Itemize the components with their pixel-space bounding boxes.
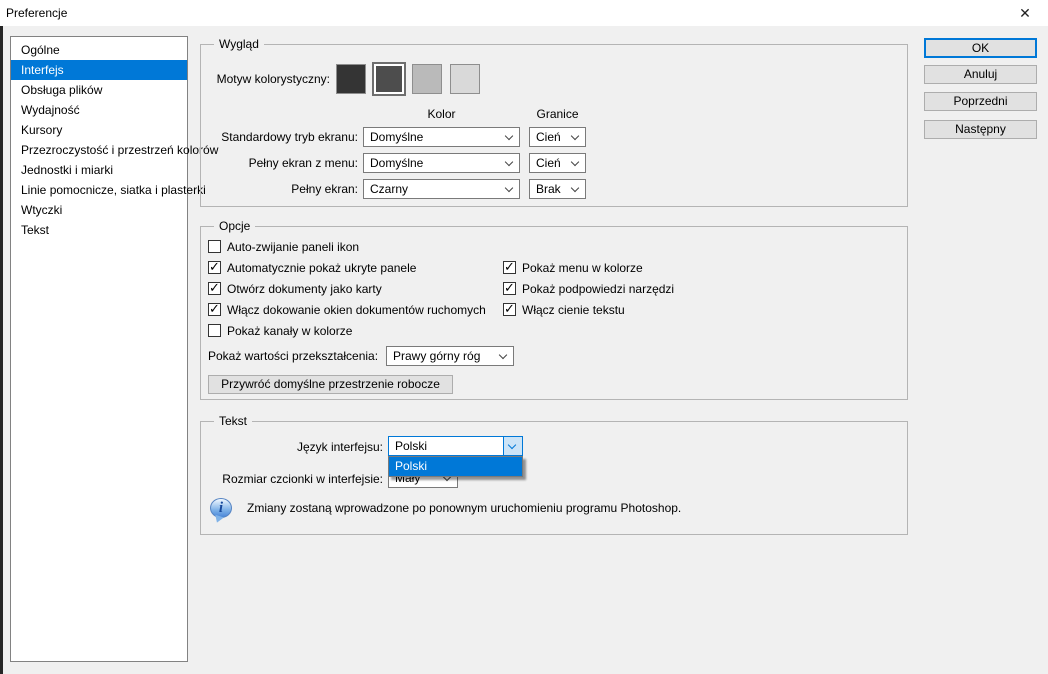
- dropdown-option-polski[interactable]: Polski: [389, 457, 522, 476]
- cancel-button[interactable]: Anuluj: [924, 65, 1037, 84]
- restart-note: Zmiany zostaną wprowadzone po ponownym u…: [247, 501, 681, 516]
- theme-swatch-dark-selected[interactable]: [372, 62, 406, 96]
- next-button[interactable]: Następny: [924, 120, 1037, 139]
- ok-button[interactable]: OK: [924, 38, 1037, 58]
- column-header-border: Granice: [529, 107, 586, 122]
- preferences-category-list: Ogólne Interfejs Obsługa plików Wydajnoś…: [10, 36, 188, 662]
- checkbox-show-tool-tips[interactable]: Pokaż podpowiedzi narzędzi: [503, 282, 674, 298]
- sidebar-item-ogolne[interactable]: Ogólne: [11, 40, 187, 60]
- checkbox-show-menu-colors[interactable]: Pokaż menu w kolorze: [503, 261, 643, 277]
- combo-value: Cień: [536, 156, 561, 170]
- checkbox-box[interactable]: [208, 261, 221, 274]
- ui-language-select[interactable]: Polski: [388, 436, 523, 456]
- fullscreen-label: Pełny ekran:: [200, 182, 358, 197]
- theme-swatch-light[interactable]: [412, 64, 442, 94]
- checkbox-label: Włącz dokowanie okien dokumentów ruchomy…: [227, 303, 486, 317]
- checkbox-show-channels-in-color[interactable]: Pokaż kanały w kolorze: [208, 324, 352, 340]
- column-header-color: Kolor: [363, 107, 520, 122]
- color-theme-label: Motyw kolorystyczny:: [200, 72, 330, 87]
- checkbox-label: Auto-zwijanie paneli ikon: [227, 240, 359, 254]
- checkbox-box[interactable]: [208, 240, 221, 253]
- info-icon: i: [210, 498, 232, 518]
- ui-language-label: Język interfejsu:: [200, 440, 383, 455]
- standard-screen-mode-label: Standardowy tryb ekranu:: [200, 130, 358, 145]
- checkbox-auto-collapse-panels[interactable]: Auto-zwijanie paneli ikon: [208, 240, 359, 256]
- options-group-title: Opcje: [214, 219, 255, 233]
- chevron-down-icon: [499, 351, 507, 359]
- checkbox-open-documents-as-tabs[interactable]: Otwórz dokumenty jako karty: [208, 282, 382, 298]
- sidebar-item-tekst[interactable]: Tekst: [11, 220, 187, 240]
- combo-value: Prawy górny róg: [393, 349, 480, 363]
- checkbox-enable-floating-document-docking[interactable]: Włącz dokowanie okien dokumentów ruchomy…: [208, 303, 486, 319]
- previous-button[interactable]: Poprzedni: [924, 92, 1037, 111]
- close-icon[interactable]: ✕: [1010, 3, 1040, 23]
- checkbox-box[interactable]: [208, 324, 221, 337]
- ui-language-dropdown: Polski: [388, 456, 523, 477]
- checkbox-label: Włącz cienie tekstu: [522, 303, 625, 317]
- sidebar-item-interfejs[interactable]: Interfejs: [11, 60, 187, 80]
- checkbox-label: Otwórz dokumenty jako karty: [227, 282, 382, 296]
- combo-value: Domyślne: [370, 156, 423, 170]
- standard-screen-border-select[interactable]: Cień: [529, 127, 586, 147]
- sidebar-item-kursory[interactable]: Kursory: [11, 120, 187, 140]
- fullscreen-menu-color-select[interactable]: Domyślne: [363, 153, 520, 173]
- fullscreen-border-select[interactable]: Brak: [529, 179, 586, 199]
- standard-screen-color-select[interactable]: Domyślne: [363, 127, 520, 147]
- combo-value: Brak: [536, 182, 561, 196]
- chevron-down-icon: [505, 132, 513, 140]
- checkbox-label: Pokaż kanały w kolorze: [227, 324, 352, 338]
- dialog-title: Preferencje: [6, 6, 67, 20]
- sidebar-item-wtyczki[interactable]: Wtyczki: [11, 200, 187, 220]
- ui-font-size-label: Rozmiar czcionki w interfejsie:: [200, 472, 383, 487]
- chevron-down-icon: [571, 158, 579, 166]
- text-group-title: Tekst: [214, 414, 252, 428]
- sidebar-item-obsluga-plikow[interactable]: Obsługa plików: [11, 80, 187, 100]
- checkbox-label: Pokaż menu w kolorze: [522, 261, 643, 275]
- checkbox-enable-text-shadows[interactable]: Włącz cienie tekstu: [503, 303, 625, 319]
- checkbox-label: Pokaż podpowiedzi narzędzi: [522, 282, 674, 296]
- background-app-edge: [0, 26, 3, 674]
- combo-value: Czarny: [370, 182, 408, 196]
- checkbox-box[interactable]: [503, 261, 516, 274]
- theme-swatch-lightest[interactable]: [450, 64, 480, 94]
- sidebar-item-jednostki[interactable]: Jednostki i miarki: [11, 160, 187, 180]
- fullscreen-menu-border-select[interactable]: Cień: [529, 153, 586, 173]
- show-transform-values-label: Pokaż wartości przekształcenia:: [208, 349, 378, 364]
- sidebar-item-linie-pomocnicze[interactable]: Linie pomocnicze, siatka i plasterki: [11, 180, 187, 200]
- chevron-down-icon: [571, 132, 579, 140]
- checkbox-label: Automatycznie pokaż ukryte panele: [227, 261, 416, 275]
- combo-value: Polski: [395, 439, 427, 453]
- titlebar: Preferencje ✕: [0, 0, 1048, 26]
- chevron-down-icon: [571, 184, 579, 192]
- fullscreen-color-select[interactable]: Czarny: [363, 179, 520, 199]
- appearance-group-title: Wygląd: [214, 37, 264, 51]
- checkbox-auto-show-hidden-panels[interactable]: Automatycznie pokaż ukryte panele: [208, 261, 416, 277]
- checkbox-box[interactable]: [208, 282, 221, 295]
- sidebar-item-wydajnosc[interactable]: Wydajność: [11, 100, 187, 120]
- chevron-down-icon: [505, 158, 513, 166]
- restore-default-workspaces-button[interactable]: Przywróć domyślne przestrzenie robocze: [208, 375, 453, 394]
- theme-swatch-darkest[interactable]: [336, 64, 366, 94]
- combo-value: Domyślne: [370, 130, 423, 144]
- combo-value: Cień: [536, 130, 561, 144]
- preferences-dialog: Preferencje ✕ Ogólne Interfejs Obsługa p…: [0, 0, 1048, 674]
- fullscreen-menu-label: Pełny ekran z menu:: [200, 156, 358, 171]
- chevron-down-icon: [505, 184, 513, 192]
- checkbox-box[interactable]: [503, 282, 516, 295]
- checkbox-box[interactable]: [503, 303, 516, 316]
- sidebar-item-przezroczystosc[interactable]: Przezroczystość i przestrzeń kolorów: [11, 140, 187, 160]
- checkbox-box[interactable]: [208, 303, 221, 316]
- transform-values-select[interactable]: Prawy górny róg: [386, 346, 514, 366]
